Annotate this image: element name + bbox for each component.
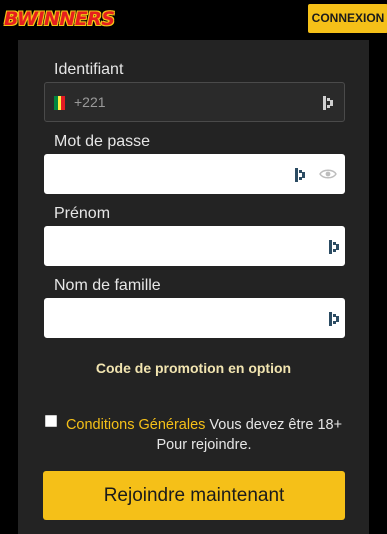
show-password-eye-icon[interactable] — [319, 168, 337, 180]
logo[interactable]: BWINNERS — [4, 7, 115, 31]
login-button[interactable]: CONNEXION — [308, 4, 387, 33]
join-now-button[interactable]: Rejoindre maintenant — [43, 471, 345, 520]
password-manager-icon[interactable] — [295, 168, 305, 182]
first-name-field[interactable] — [44, 226, 345, 266]
phone-prefix: +221 — [74, 94, 106, 110]
password-manager-icon[interactable] — [329, 240, 339, 254]
senegal-flag-icon[interactable] — [54, 96, 66, 110]
password-manager-icon[interactable] — [329, 312, 339, 326]
username-label: Identifiant — [54, 61, 124, 78]
password-label: Mot de passe — [54, 133, 151, 150]
logo-text: BWINNERS — [4, 8, 115, 30]
promo-code-link[interactable]: Code de promotion en option — [0, 360, 387, 376]
last-name-label: Nom de famille — [54, 277, 161, 294]
password-manager-icon[interactable] — [323, 96, 333, 110]
last-name-field[interactable] — [44, 298, 345, 338]
header: BWINNERS CONNEXION — [0, 0, 387, 40]
terms-link[interactable]: Conditions Générales — [66, 417, 205, 433]
password-field[interactable] — [44, 154, 345, 194]
terms-checkbox[interactable] — [45, 415, 57, 427]
terms-text: Conditions Générales Vous devez être 18+… — [62, 415, 346, 455]
username-field[interactable]: +221 — [44, 82, 345, 122]
first-name-label: Prénom — [54, 205, 111, 222]
